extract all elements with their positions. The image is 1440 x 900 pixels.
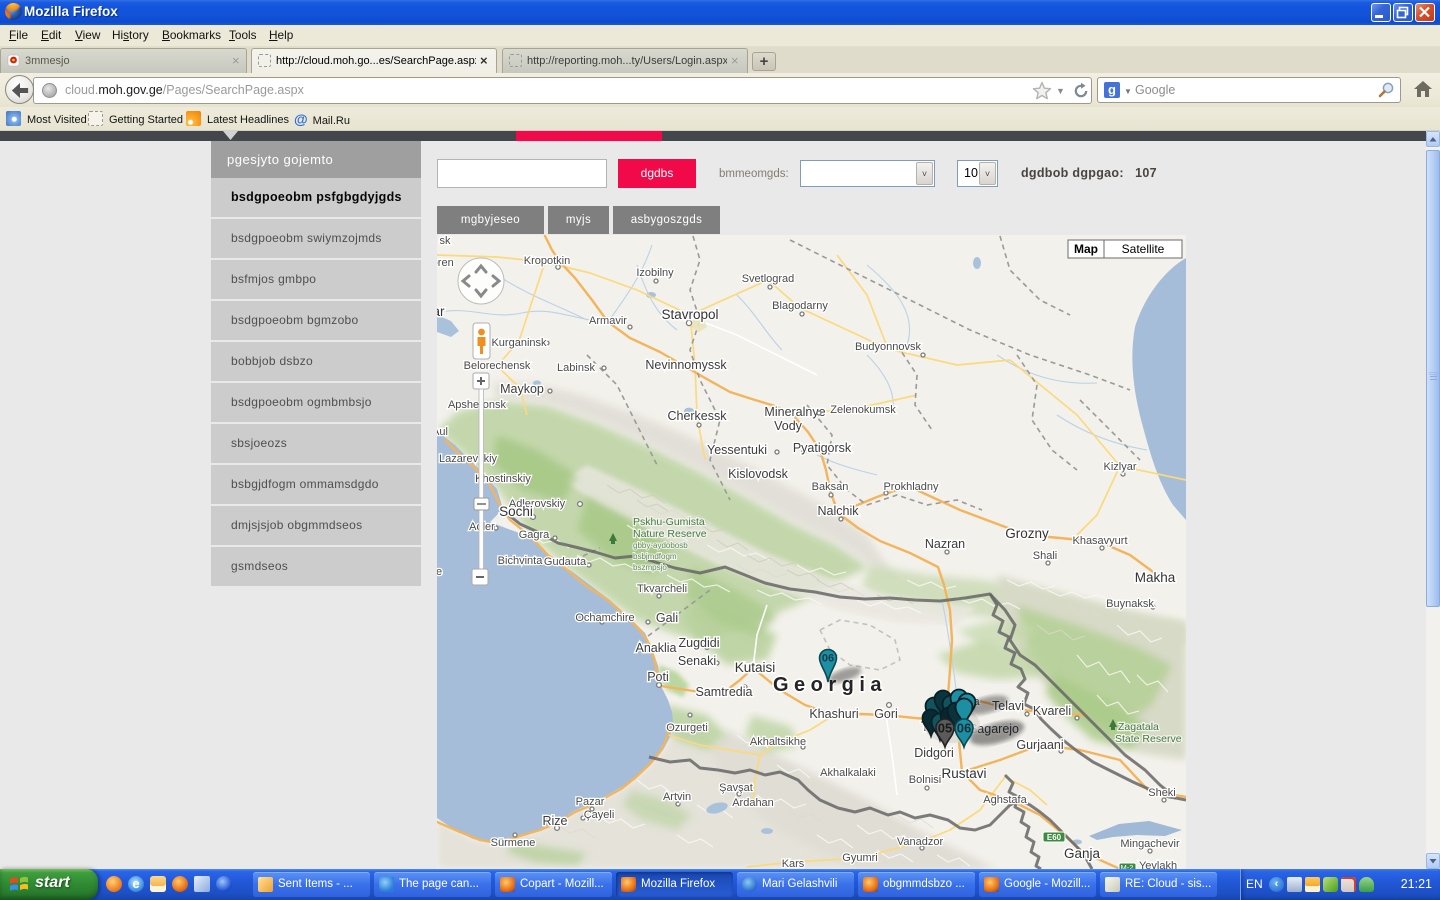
svg-text:Gagra: Gagra — [519, 529, 550, 541]
svg-text:Baksan: Baksan — [812, 481, 849, 493]
svg-text:Çayeli: Çayeli — [584, 809, 615, 821]
svg-text:Pskhu-Gumista: Pskhu-Gumista — [633, 516, 705, 528]
svg-text:State Reserve: State Reserve — [1115, 733, 1182, 745]
svg-text:Sürmene: Sürmene — [491, 837, 536, 849]
svg-text:Ochamchire: Ochamchire — [575, 612, 634, 624]
svg-text:Maykop: Maykop — [500, 382, 544, 396]
svg-text:Kropotkin: Kropotkin — [524, 255, 570, 267]
svg-text:Aghstafa: Aghstafa — [983, 794, 1027, 806]
svg-text:Nalchik: Nalchik — [818, 504, 860, 518]
svg-text:Khasavyurt: Khasavyurt — [1072, 535, 1127, 547]
svg-text:Senaki: Senaki — [678, 654, 716, 668]
svg-text:Vanadzor: Vanadzor — [897, 836, 944, 848]
svg-text:Vody: Vody — [774, 419, 803, 433]
svg-text:Anaklia: Anaklia — [636, 641, 677, 655]
svg-text:Buynaksk: Buynaksk — [1106, 598, 1154, 610]
svg-text:Yessentuki: Yessentuki — [707, 443, 767, 457]
svg-text:Ozurgeti: Ozurgeti — [666, 722, 708, 734]
svg-text:Gori: Gori — [874, 707, 898, 721]
svg-text:sk: sk — [440, 235, 452, 247]
svg-text:bszmpsjo: bszmpsjo — [633, 563, 667, 572]
svg-text:Kislovodsk: Kislovodsk — [728, 467, 788, 481]
svg-text:Zelenokumsk: Zelenokumsk — [830, 404, 896, 416]
svg-text:Pyatigorsk: Pyatigorsk — [793, 441, 852, 455]
svg-text:e: e — [437, 566, 442, 578]
svg-text:Mineralnye: Mineralnye — [764, 405, 825, 419]
svg-text:Gali: Gali — [656, 611, 678, 625]
svg-text:Makha: Makha — [1135, 570, 1176, 585]
svg-text:Mingachevir: Mingachevir — [1120, 838, 1180, 850]
svg-text:Bolnisi: Bolnisi — [909, 774, 941, 786]
svg-text:Zugdidi: Zugdidi — [679, 636, 720, 650]
svg-text:Nature Reserve: Nature Reserve — [633, 528, 707, 540]
svg-text:Stavropol: Stavropol — [661, 307, 718, 322]
svg-text:Samtredia: Samtredia — [696, 685, 753, 699]
svg-text:bsbjmdfogm: bsbjmdfogm — [633, 552, 677, 561]
svg-text:Akhalkalaki: Akhalkalaki — [820, 767, 876, 779]
svg-text:Gudauta: Gudauta — [544, 556, 587, 568]
svg-text:Kars: Kars — [782, 858, 805, 869]
svg-text:Labinsk: Labinsk — [557, 362, 595, 374]
svg-text:Cherkessk: Cherkessk — [667, 409, 727, 423]
svg-text:Zagatala: Zagatala — [1118, 721, 1159, 733]
svg-text:Yevlakh: Yevlakh — [1139, 860, 1177, 869]
svg-text:Rize: Rize — [542, 814, 567, 828]
svg-text:06: 06 — [822, 653, 834, 665]
svg-text:Artvin: Artvin — [663, 791, 691, 803]
svg-text:Belorechensk: Belorechensk — [464, 360, 531, 372]
svg-text:Didgori: Didgori — [914, 746, 954, 760]
svg-text:Kvareli: Kvareli — [1033, 704, 1071, 718]
svg-text:Satellite: Satellite — [1122, 242, 1165, 256]
svg-text:Tkvarcheli: Tkvarcheli — [637, 583, 687, 595]
svg-text:06: 06 — [957, 721, 971, 736]
svg-text:Khashuri: Khashuri — [809, 707, 858, 721]
svg-text:Budyonnovsk: Budyonnovsk — [855, 341, 922, 353]
svg-text:Sochi: Sochi — [499, 504, 533, 519]
svg-text:Poti: Poti — [647, 670, 669, 684]
svg-text:Pazar: Pazar — [576, 796, 605, 808]
svg-text:E60: E60 — [1047, 833, 1062, 842]
svg-text:Ganja: Ganja — [1064, 846, 1101, 861]
svg-text:Ardahan: Ardahan — [732, 797, 774, 809]
svg-text:Aul: Aul — [437, 426, 448, 438]
svg-text:Bichvinta: Bichvinta — [498, 555, 544, 567]
svg-text:Map: Map — [1074, 242, 1098, 256]
svg-text:gbby-aydobosb: gbby-aydobosb — [633, 541, 688, 550]
svg-text:Şavşat: Şavşat — [719, 782, 753, 794]
svg-text:Kutaisi: Kutaisi — [735, 660, 776, 675]
svg-text:Blagodarny: Blagodarny — [772, 300, 828, 312]
svg-text:Koren: Koren — [437, 257, 454, 269]
svg-text:Kizlyar: Kizlyar — [1103, 461, 1136, 473]
svg-text:Gyumri: Gyumri — [842, 852, 877, 864]
svg-text:Gurjaani: Gurjaani — [1016, 738, 1063, 752]
svg-text:05: 05 — [938, 721, 952, 736]
svg-text:Shali: Shali — [1033, 550, 1057, 562]
svg-text:Grozny: Grozny — [1005, 526, 1049, 541]
svg-text:Apsheronsk: Apsheronsk — [448, 399, 507, 411]
svg-text:Rustavi: Rustavi — [941, 766, 986, 781]
svg-text:Prokhladny: Prokhladny — [883, 481, 939, 493]
svg-text:Kurganinsk: Kurganinsk — [491, 337, 547, 349]
svg-text:Akhaltsikhe: Akhaltsikhe — [750, 736, 806, 748]
svg-text:Lazarevskiy: Lazarevskiy — [439, 453, 498, 465]
svg-text:lar: lar — [437, 304, 445, 319]
svg-text:Svetlograd: Svetlograd — [742, 273, 795, 285]
svg-text:Sheki: Sheki — [1148, 787, 1176, 799]
svg-text:Armavir: Armavir — [589, 315, 627, 327]
svg-text:Nazran: Nazran — [925, 537, 965, 551]
svg-text:Izobilny: Izobilny — [636, 267, 674, 279]
svg-text:Nevinnomyssk: Nevinnomyssk — [645, 358, 727, 372]
